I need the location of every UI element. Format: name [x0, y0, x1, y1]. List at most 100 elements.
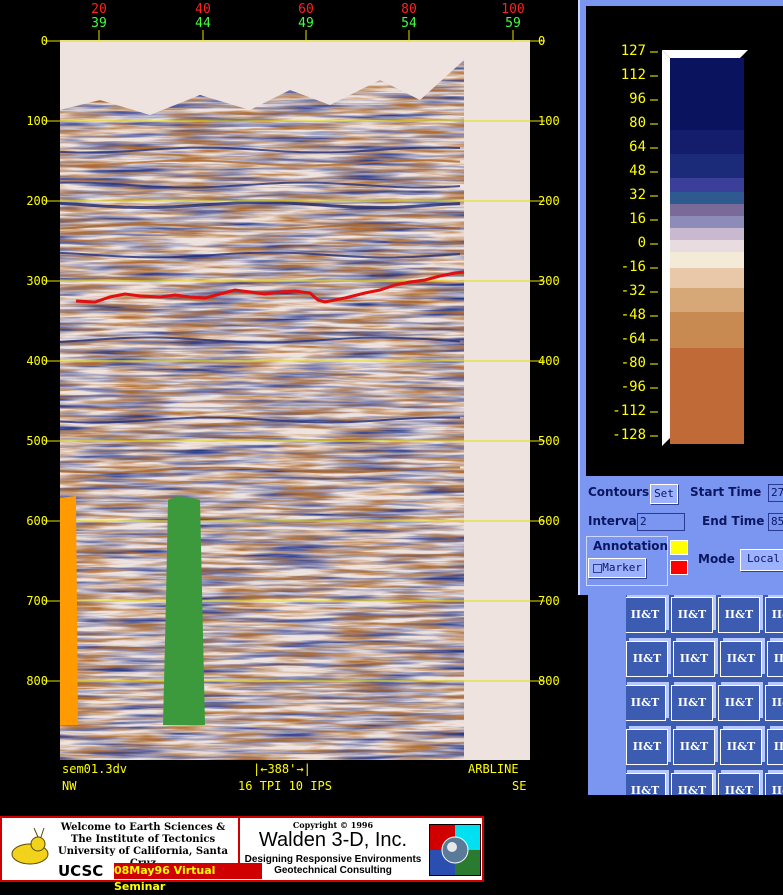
dataset-name: sem01.3dv [62, 762, 128, 776]
ii-t-logo-icon: II&T [718, 773, 760, 795]
seismic-traces [60, 42, 464, 760]
trace-tick-green: 44 [195, 16, 211, 31]
colorbar-label: 64 [629, 139, 646, 155]
trace-tick-green: 49 [298, 16, 314, 31]
tagline-1: Designing Responsive Environments [244, 854, 422, 865]
colorbar-label: -128 [612, 427, 646, 443]
colorbar-label: 127 [620, 43, 646, 59]
seminar-banner: Welcome to Earth Sciences & The Institut… [0, 816, 484, 893]
annotation-label: Annotation [593, 539, 669, 553]
trace-tick-red: 40 [195, 2, 211, 17]
time-tick-right: 800 [538, 674, 560, 688]
annotation-group: Annotation Marker [586, 536, 668, 586]
start-time-label: Start Time [690, 485, 762, 499]
ii-t-logo-icon: II&T [720, 729, 762, 765]
line-name: ARBLINE [468, 762, 519, 776]
contours-label: Contours: [588, 485, 654, 499]
tagline-2: Geotechnical Consulting [274, 865, 392, 876]
ii-t-logo-icon: II&T [720, 641, 762, 677]
end-time-field[interactable]: 85 [768, 513, 783, 531]
time-tick-right: 400 [538, 354, 560, 368]
time-tick-right: 300 [538, 274, 560, 288]
ii-t-logo-icon: II&T [673, 729, 715, 765]
colorbar-label: 32 [629, 187, 646, 203]
logo-tiles: II&TII&TII&TII&TII&TII&TII&TII&TII&TII&T… [626, 595, 783, 795]
time-tick-right: 700 [538, 594, 560, 608]
marker-checkbox[interactable] [593, 564, 602, 573]
time-tick-left: 300 [26, 274, 48, 288]
ii-t-logo-icon: II&T [671, 597, 713, 633]
ii-t-logo-icon: II&T [765, 597, 783, 633]
trace-tick-red: 80 [401, 2, 417, 17]
end-time-label: End Time [702, 514, 765, 528]
trace-tick-red: 100 [501, 2, 524, 17]
marker-button-label: Marker [602, 561, 642, 574]
ii-t-logo-icon: II&T [765, 685, 783, 721]
start-time-field[interactable]: 27 [768, 484, 783, 502]
ii-t-logo-icon: II&T [767, 641, 783, 677]
colorbar-area: 127 112 96 80 64 48 32 16 0 -16 -32 -48 -64 -80 -96 -11… [586, 6, 783, 476]
time-tick-right: 0 [538, 34, 545, 48]
globe-logo-icon [429, 824, 481, 876]
welcome-line-2: The Institute of Tectonics [70, 834, 216, 845]
colorbar-label: 48 [629, 163, 646, 179]
set-button[interactable]: Set [650, 484, 678, 504]
trace-axis: 2039 4044 6049 8054 10059 [91, 2, 525, 41]
time-tick-left: 700 [26, 594, 48, 608]
colorbar-label: -48 [620, 307, 646, 323]
time-tick-right: 200 [538, 194, 560, 208]
interval-field[interactable]: 2 [637, 513, 685, 531]
ii-t-logo-icon: II&T [626, 729, 668, 765]
time-tick-right: 500 [538, 434, 560, 448]
colorbar-label: -16 [620, 259, 646, 275]
time-tick-right: 600 [538, 514, 560, 528]
ii-t-logo-icon: II&T [626, 685, 666, 721]
marker-button[interactable]: Marker [588, 558, 646, 578]
ii-t-logo-icon: II&T [718, 685, 760, 721]
direction-right: SE [512, 779, 527, 793]
well-left[interactable] [60, 496, 78, 725]
time-tick-left: 400 [26, 354, 48, 368]
colorbar-label: 96 [629, 91, 646, 107]
colorbar-label: -64 [620, 331, 646, 347]
time-tick-left: 200 [26, 194, 48, 208]
colorbar-label: 16 [629, 211, 646, 227]
company-name: Walden 3-D, Inc. [258, 829, 408, 851]
welcome-line-1: Welcome to Earth Sciences & [60, 822, 226, 833]
local-button[interactable]: Local [740, 549, 783, 571]
interval-label: Interval [588, 514, 641, 528]
well-middle[interactable] [163, 496, 205, 725]
ii-t-logo-icon: II&T [626, 641, 668, 677]
colorbar-label: 80 [629, 115, 646, 131]
time-tick-right: 100 [538, 114, 560, 128]
ii-t-logo-icon: II&T [718, 597, 760, 633]
ucsc-logo: UCSC [58, 862, 104, 880]
ii-t-logo-icon: II&T [671, 773, 713, 795]
mode-label: Mode [698, 552, 735, 566]
scale-bar: |←388'→| [253, 762, 311, 776]
colorbar-label: -96 [620, 379, 646, 395]
control-panel: 127 112 96 80 64 48 32 16 0 -16 -32 -48 -64 -80 -96 -11… [578, 0, 783, 595]
seismic-section[interactable]: 0 0 100 100 200 200 300 300 400 400 500 500 600 600 70… [0, 0, 580, 800]
annotation-color-red[interactable] [670, 560, 688, 575]
time-tick-left: 500 [26, 434, 48, 448]
trace-tick-green: 54 [401, 16, 417, 31]
time-tick-left: 800 [26, 674, 48, 688]
colorbar-label: 0 [637, 235, 646, 251]
logo-pattern-panel: II&TII&TII&TII&TII&TII&TII&TII&TII&TII&T… [588, 595, 783, 795]
colorbar-label: -112 [612, 403, 646, 419]
colorbar-label: 112 [620, 67, 646, 83]
trace-tick-green: 59 [505, 16, 521, 31]
trace-tick-red: 20 [91, 2, 107, 17]
direction-left: NW [62, 779, 77, 793]
ii-t-logo-icon: II&T [767, 729, 783, 765]
trace-tick-red: 60 [298, 2, 314, 17]
scale-text: 16 TPI 10 IPS [238, 779, 332, 793]
trace-tick-green: 39 [91, 16, 107, 31]
ii-t-logo-icon: II&T [673, 641, 715, 677]
ii-t-logo-icon: II&T [765, 773, 783, 795]
annotation-color-yellow[interactable] [670, 540, 688, 555]
colorbar-label: -32 [620, 283, 646, 299]
time-tick-left: 0 [41, 34, 48, 48]
ii-t-logo-icon: II&T [671, 685, 713, 721]
